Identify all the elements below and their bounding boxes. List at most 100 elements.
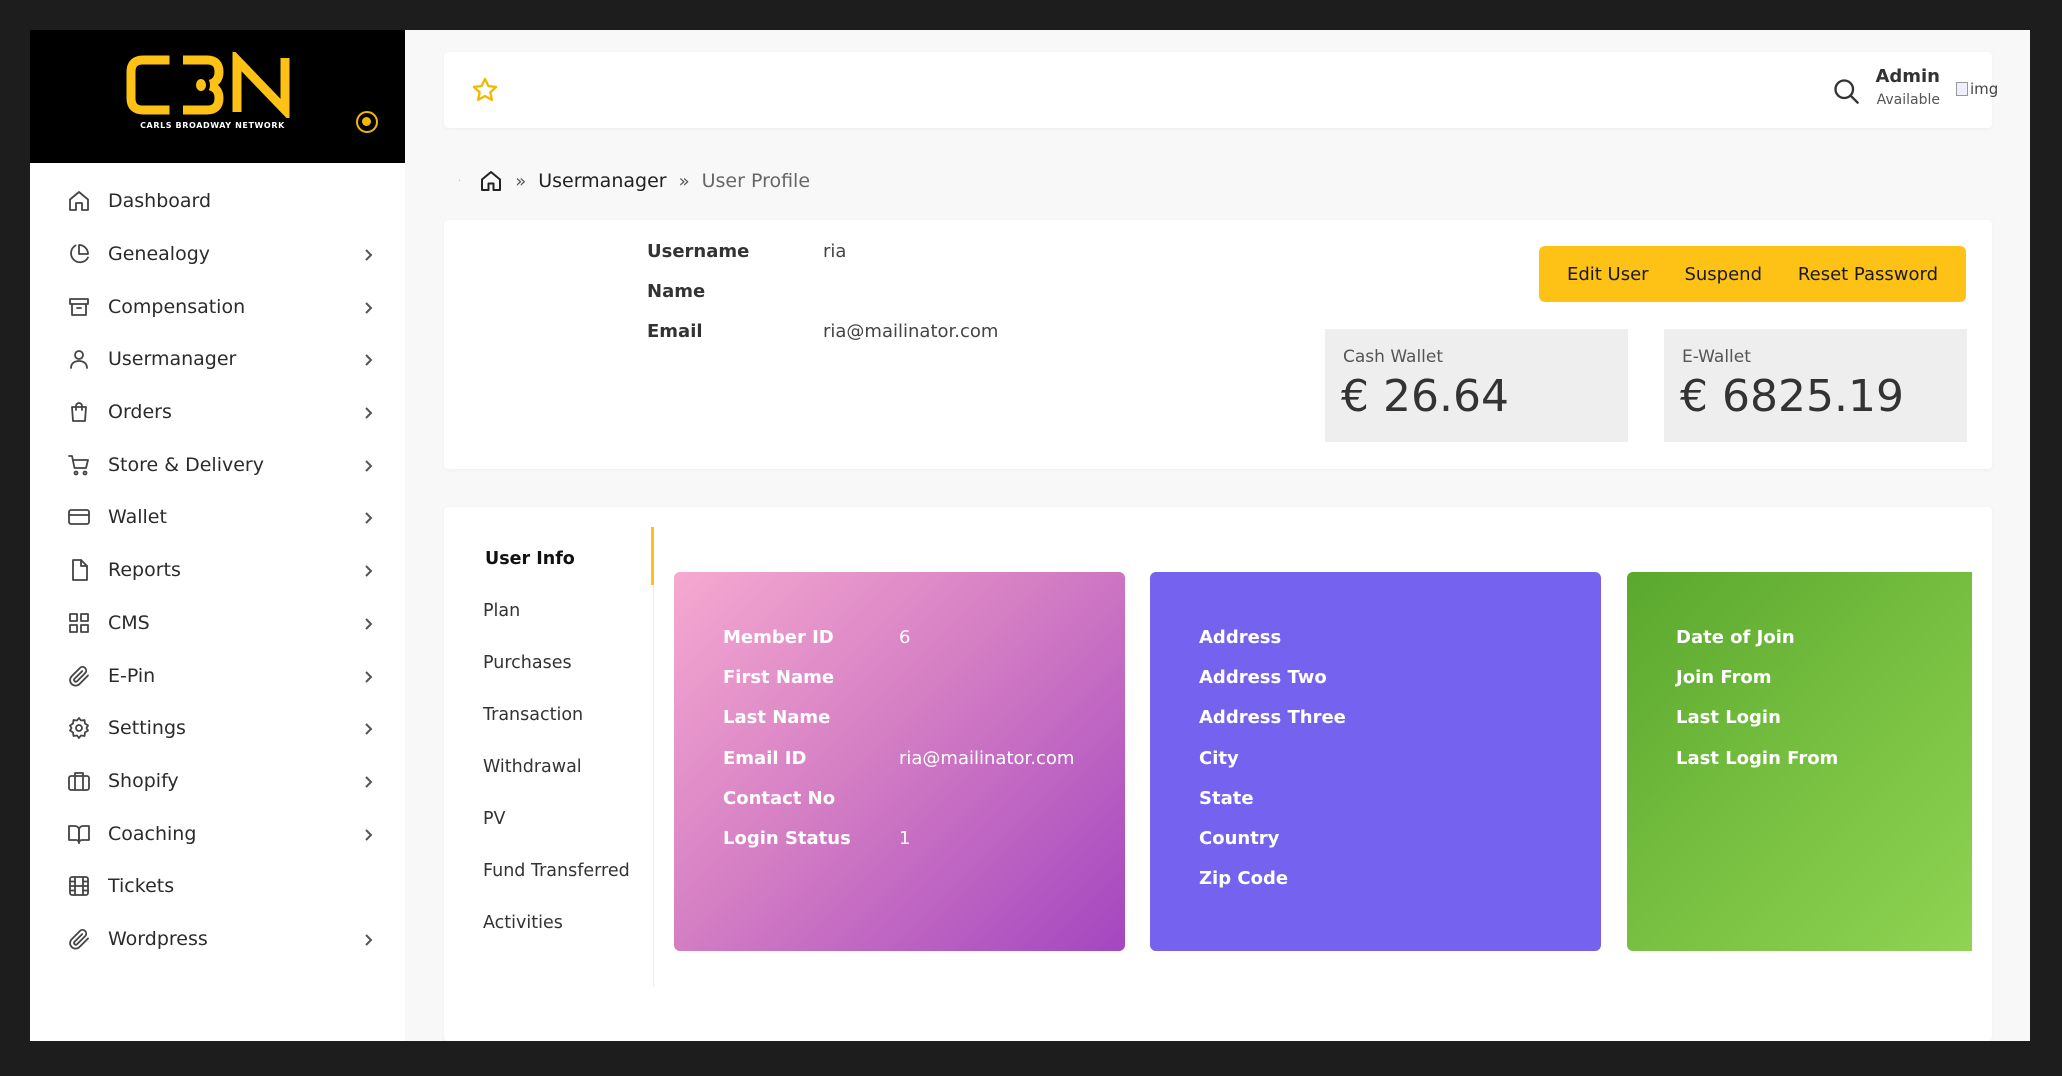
sidebar-item-compensation[interactable]: Compensation [30, 280, 405, 333]
sidebar-item-dashboard[interactable]: Dashboard [30, 175, 405, 228]
sidebar-item-label: Compensation [108, 295, 246, 318]
breadcrumb-separator: » [678, 170, 690, 192]
sidebar-item-reports[interactable]: Reports [30, 544, 405, 597]
sidebar-item-shopify[interactable]: Shopify [30, 755, 405, 808]
briefcase-icon [66, 768, 92, 794]
sidebar-toggle-icon[interactable] [356, 111, 378, 133]
profile-email-value: ria@mailinator.com [823, 320, 999, 342]
breadcrumb-separator: » [515, 170, 527, 192]
home-icon[interactable] [479, 169, 503, 193]
tab-activities[interactable]: Activities [483, 913, 563, 933]
basic-info-panel: Member ID 6 First Name Last Name Email ID ria… [674, 572, 1125, 951]
info-row: Address Two [1199, 657, 1375, 697]
star-icon[interactable] [471, 76, 499, 104]
info-label: Country [1199, 828, 1280, 850]
info-value: 6 [899, 626, 911, 648]
sidebar-item-cms[interactable]: CMS [30, 597, 405, 650]
grid-icon [66, 610, 92, 636]
tab-withdrawal[interactable]: Withdrawal [483, 757, 582, 777]
sidebar-item-e-pin[interactable]: E-Pin [30, 649, 405, 702]
info-row: First Name [723, 657, 1074, 697]
paperclip-icon [66, 663, 92, 689]
info-row: Zip Code [1199, 859, 1375, 899]
breadcrumb-dot: · [458, 175, 462, 187]
chevron-right-icon [361, 932, 375, 946]
sidebar-item-tickets[interactable]: Tickets [30, 860, 405, 913]
breadcrumb: · » Usermanager » User Profile [458, 166, 810, 196]
sidebar-item-coaching[interactable]: Coaching [30, 807, 405, 860]
suspend-button[interactable]: Suspend [1684, 264, 1762, 285]
sidebar-nav: Dashboard Genealogy Compensation Usermanage… [30, 175, 405, 965]
book-icon [66, 821, 92, 847]
profile-action-group: Edit User Suspend Reset Password [1539, 246, 1966, 302]
sidebar-item-label: E-Pin [108, 664, 156, 687]
brand-logo[interactable] [125, 52, 300, 118]
sidebar-item-orders[interactable]: Orders [30, 386, 405, 439]
reset-password-button[interactable]: Reset Password [1798, 264, 1938, 285]
chevron-right-icon [361, 721, 375, 735]
sidebar-item-genealogy[interactable]: Genealogy [30, 228, 405, 281]
app-window: CARLS BROADWAY NETWORK Dashboard Genealog… [30, 30, 2030, 1041]
info-label: First Name [723, 666, 835, 688]
info-row: Address [1199, 617, 1375, 657]
edit-user-button[interactable]: Edit User [1567, 264, 1649, 285]
e-wallet-amount: € 6825.19 [1680, 371, 1904, 422]
pie-chart-icon [66, 241, 92, 267]
sidebar-item-label: Store & Delivery [108, 453, 264, 476]
sidebar-item-settings[interactable]: Settings [30, 702, 405, 755]
cash-wallet-amount: € 26.64 [1341, 371, 1509, 422]
chevron-right-icon [361, 300, 375, 314]
tab-fund-transferred[interactable]: Fund Transferred [483, 861, 630, 881]
search-icon[interactable] [1832, 77, 1860, 105]
info-row: Join From [1676, 657, 1852, 697]
sidebar-item-label: Wallet [108, 506, 167, 529]
sidebar-item-label: Reports [108, 559, 181, 582]
credit-card-icon [66, 504, 92, 530]
profile-email-row: Email ria@mailinator.com [647, 316, 998, 346]
sidebar-item-label: Wordpress [108, 927, 208, 950]
breadcrumb-usermanager[interactable]: Usermanager [538, 170, 666, 192]
chevron-right-icon [361, 827, 375, 841]
tab-pv[interactable]: PV [483, 809, 506, 829]
sidebar-item-wallet[interactable]: Wallet [30, 491, 405, 544]
active-tab-indicator [651, 527, 654, 585]
tab-user-info[interactable]: User Info [485, 549, 575, 569]
info-label: Email ID [723, 747, 807, 769]
sidebar-item-label: Usermanager [108, 348, 237, 371]
info-label: City [1199, 747, 1239, 769]
info-label: Join From [1676, 666, 1772, 688]
sidebar-item-usermanager[interactable]: Usermanager [30, 333, 405, 386]
sidebar-item-label: Coaching [108, 822, 197, 845]
info-label: Contact No [723, 787, 836, 809]
info-label: Date of Join [1676, 626, 1795, 648]
top-header: Admin Available img [444, 52, 1998, 128]
tab-transaction[interactable]: Transaction [483, 705, 583, 725]
chevron-right-icon [361, 563, 375, 577]
info-label: Last Login From [1676, 747, 1839, 769]
sidebar-item-label: Dashboard [108, 190, 212, 213]
chevron-right-icon [361, 669, 375, 683]
avatar[interactable]: img [1956, 78, 2008, 100]
shopping-bag-icon [66, 399, 92, 425]
cash-wallet-title: Cash Wallet [1343, 347, 1444, 367]
sidebar: CARLS BROADWAY NETWORK Dashboard Genealog… [30, 30, 405, 1041]
info-label: Last Name [723, 707, 831, 729]
sidebar-item-store-delivery[interactable]: Store & Delivery [30, 438, 405, 491]
admin-name[interactable]: Admin [1860, 66, 1940, 87]
login-info-panel: Date of Join Join From Last Login Last Logi… [1627, 572, 1972, 951]
user-info-card: User Info Plan Purchases Transaction Withdra… [444, 507, 1992, 1041]
info-label: Address Two [1199, 666, 1327, 688]
tab-purchases[interactable]: Purchases [483, 653, 572, 673]
settings-icon [66, 715, 92, 741]
e-wallet-box: E-Wallet € 6825.19 [1664, 329, 1967, 442]
info-label: Last Login [1676, 707, 1781, 729]
login-info-list: Date of Join Join From Last Login Last Logi… [1676, 617, 1852, 778]
tab-plan[interactable]: Plan [483, 601, 520, 621]
chevron-right-icon [361, 458, 375, 472]
info-row: Member ID 6 [723, 617, 1074, 657]
user-icon [66, 346, 92, 372]
sidebar-item-label: Orders [108, 401, 172, 424]
logo-area: CARLS BROADWAY NETWORK [30, 30, 405, 163]
profile-card: Username ria Name Email ria@mailinator.c… [444, 220, 1992, 469]
sidebar-item-wordpress[interactable]: Wordpress [30, 913, 405, 966]
